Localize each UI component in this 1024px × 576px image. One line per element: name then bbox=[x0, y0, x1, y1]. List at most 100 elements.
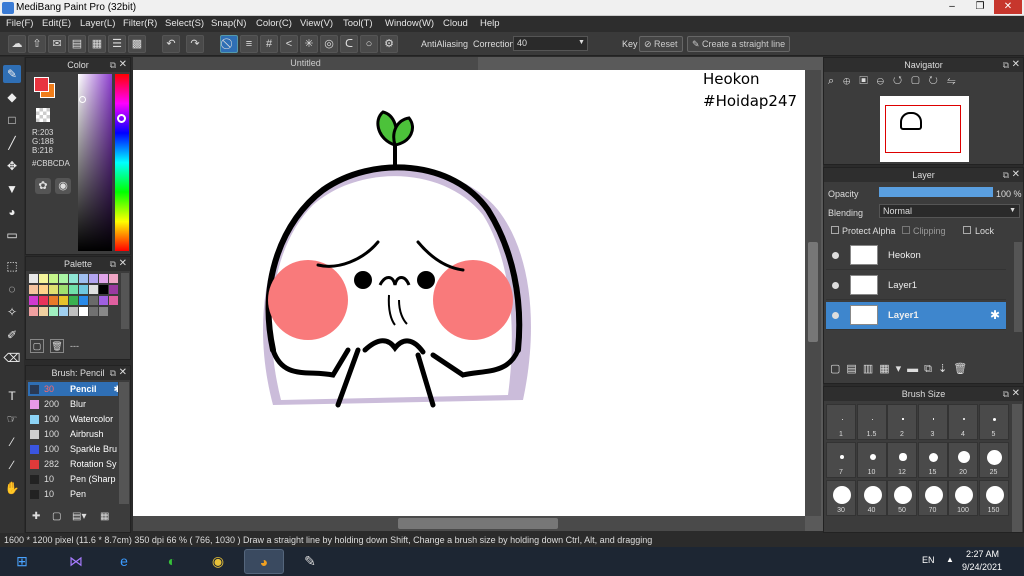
palette-swatch[interactable] bbox=[109, 274, 118, 283]
protect-alpha-checkbox[interactable] bbox=[831, 226, 839, 234]
snap-radial-icon[interactable]: ✳ bbox=[300, 35, 318, 53]
brush-size-cell[interactable]: 70 bbox=[917, 480, 948, 516]
menu-color[interactable]: Color(C) bbox=[256, 18, 292, 29]
palette-swatch[interactable] bbox=[49, 285, 58, 294]
list-icon[interactable]: ☰ bbox=[108, 35, 126, 53]
clock-date[interactable]: 9/24/2021 bbox=[962, 562, 1002, 572]
palette-swatch[interactable] bbox=[79, 307, 88, 316]
visual-studio-icon[interactable]: ⋈ bbox=[56, 549, 96, 574]
brush-size-cell[interactable]: 1 bbox=[826, 404, 856, 440]
brush-scrollbar[interactable] bbox=[119, 382, 129, 504]
trash-icon[interactable]: 🗑 bbox=[50, 339, 64, 353]
snap-off-icon[interactable]: ⃠ bbox=[220, 35, 238, 53]
brush-size-cell[interactable]: 5 bbox=[978, 404, 1009, 440]
brush-size-cell[interactable]: 25 bbox=[978, 442, 1009, 478]
palette-swatch[interactable] bbox=[109, 296, 118, 305]
new-8bit-icon[interactable]: ▥ bbox=[863, 363, 879, 375]
menu-filter[interactable]: Filter(R) bbox=[123, 18, 157, 29]
palette-swatch[interactable] bbox=[59, 296, 68, 305]
tray-up-icon[interactable]: ▲ bbox=[946, 555, 954, 564]
gradient-tool-icon[interactable]: ▭ bbox=[3, 226, 21, 244]
brush-size-cell[interactable]: 1.5 bbox=[856, 404, 887, 440]
palette-swatch[interactable] bbox=[109, 285, 118, 294]
undo-icon[interactable]: ↶ bbox=[162, 35, 180, 53]
snap-ellipse-icon[interactable]: ○ bbox=[360, 35, 378, 53]
select-eraser-icon[interactable]: ⌫ bbox=[3, 349, 21, 367]
menu-edit[interactable]: Edit(E) bbox=[42, 18, 71, 29]
start-icon[interactable]: ⊞ bbox=[2, 549, 42, 574]
new-halftone-icon[interactable]: ▤ bbox=[846, 363, 862, 375]
magic-wand-icon[interactable]: ✧ bbox=[3, 303, 21, 321]
menu-tool[interactable]: Tool(T) bbox=[343, 18, 373, 29]
clipping-checkbox[interactable] bbox=[902, 226, 910, 234]
close-panel-icon[interactable]: ✕ bbox=[119, 257, 127, 271]
menu-view[interactable]: View(V) bbox=[300, 18, 333, 29]
merge-icon[interactable]: ⇣ bbox=[938, 363, 953, 375]
line-tool-icon[interactable]: ╱ bbox=[3, 134, 21, 152]
vertical-scrollbar[interactable] bbox=[805, 70, 821, 516]
brush-size-cell[interactable]: 10 bbox=[856, 442, 887, 478]
fill-tool-icon[interactable]: ▼ bbox=[3, 180, 21, 198]
navigator-preview[interactable] bbox=[880, 96, 969, 162]
select-tool-icon[interactable]: ⬚ bbox=[3, 257, 21, 275]
document-tab[interactable]: Untitled bbox=[133, 57, 478, 70]
palette-swatch[interactable] bbox=[29, 274, 38, 283]
opacity-slider[interactable] bbox=[879, 187, 993, 197]
zoom-out-icon[interactable]: ⊖ bbox=[877, 75, 893, 87]
detach-icon[interactable]: ⧉ bbox=[1003, 387, 1009, 401]
palette-scrollbar[interactable] bbox=[121, 273, 129, 329]
grid-icon[interactable]: ▩ bbox=[128, 35, 146, 53]
palette-swatch[interactable] bbox=[79, 285, 88, 294]
brush-item[interactable]: 10 Pen bbox=[28, 487, 118, 501]
operation-tool-icon[interactable]: ☞ bbox=[3, 410, 21, 428]
brush-item[interactable]: 10 Pen (Sharp bbox=[28, 472, 118, 486]
close-panel-icon[interactable]: ✕ bbox=[119, 58, 127, 72]
brush-size-cell[interactable]: 50 bbox=[887, 480, 917, 516]
minimize-button[interactable]: – bbox=[938, 0, 966, 14]
brush-size-cell[interactable]: 2 bbox=[887, 404, 917, 440]
hand-tool-icon[interactable]: ✋ bbox=[3, 479, 21, 497]
redo-icon[interactable]: ↷ bbox=[186, 35, 204, 53]
layer-scrollbar[interactable] bbox=[1014, 242, 1022, 332]
blending-select[interactable]: Normal ▼ bbox=[879, 204, 1020, 218]
hue-cursor[interactable] bbox=[117, 114, 126, 123]
palette-swatch[interactable] bbox=[59, 285, 68, 294]
chrome-icon[interactable]: ◉ bbox=[198, 549, 238, 574]
folder-icon[interactable]: ▬ bbox=[907, 363, 924, 375]
hue-slider[interactable] bbox=[115, 74, 129, 251]
palette-icon[interactable]: ✿ bbox=[35, 178, 51, 194]
add-palette-icon[interactable]: ▢ bbox=[30, 339, 44, 353]
palette-swatch[interactable] bbox=[69, 285, 78, 294]
detach-icon[interactable]: ⧉ bbox=[1003, 58, 1009, 72]
horizontal-scrollbar[interactable] bbox=[133, 516, 805, 531]
text-tool-icon[interactable]: T bbox=[3, 387, 21, 405]
snap-settings-icon[interactable]: ⚙ bbox=[380, 35, 398, 53]
palette-swatch[interactable] bbox=[69, 296, 78, 305]
layer-row[interactable]: Layer1 ✱ bbox=[826, 302, 1006, 330]
brush-size-cell[interactable]: 20 bbox=[948, 442, 978, 478]
visibility-icon[interactable] bbox=[832, 282, 839, 289]
flip-icon[interactable]: ⇋ bbox=[947, 75, 965, 87]
select-pen-icon[interactable]: ✐ bbox=[3, 326, 21, 344]
dropper-tool-icon[interactable]: ∕ bbox=[3, 456, 21, 474]
clock-time[interactable]: 2:27 AM bbox=[966, 549, 999, 559]
brush-tool-icon[interactable]: ✎ bbox=[3, 65, 21, 83]
eyedropper-icon[interactable]: ⁄ bbox=[3, 433, 21, 451]
snap-circle-icon[interactable]: ◎ bbox=[320, 35, 338, 53]
medibang-icon[interactable]: ◕ bbox=[244, 549, 284, 574]
drawing-canvas[interactable]: Heokon #Hoidap247 bbox=[133, 70, 805, 516]
snap-curve-icon[interactable]: ᑕ bbox=[340, 35, 358, 53]
close-panel-icon[interactable]: ✕ bbox=[1012, 387, 1020, 401]
language-indicator[interactable]: EN bbox=[922, 555, 935, 565]
close-panel-icon[interactable]: ✕ bbox=[1012, 168, 1020, 182]
detach-icon[interactable]: ⧉ bbox=[110, 257, 116, 271]
lasso-tool-icon[interactable]: ◌ bbox=[3, 280, 21, 298]
brush-size-cell[interactable]: 15 bbox=[917, 442, 948, 478]
palette-swatch[interactable] bbox=[69, 307, 78, 316]
close-panel-icon[interactable]: ✕ bbox=[1012, 58, 1020, 72]
close-panel-icon[interactable]: ✕ bbox=[119, 366, 127, 380]
move-tool-icon[interactable]: ✥ bbox=[3, 157, 21, 175]
cloud-icon[interactable]: ☁ bbox=[8, 35, 26, 53]
snap-grid-icon[interactable]: # bbox=[260, 35, 278, 53]
brush-size-cell[interactable]: 3 bbox=[917, 404, 948, 440]
